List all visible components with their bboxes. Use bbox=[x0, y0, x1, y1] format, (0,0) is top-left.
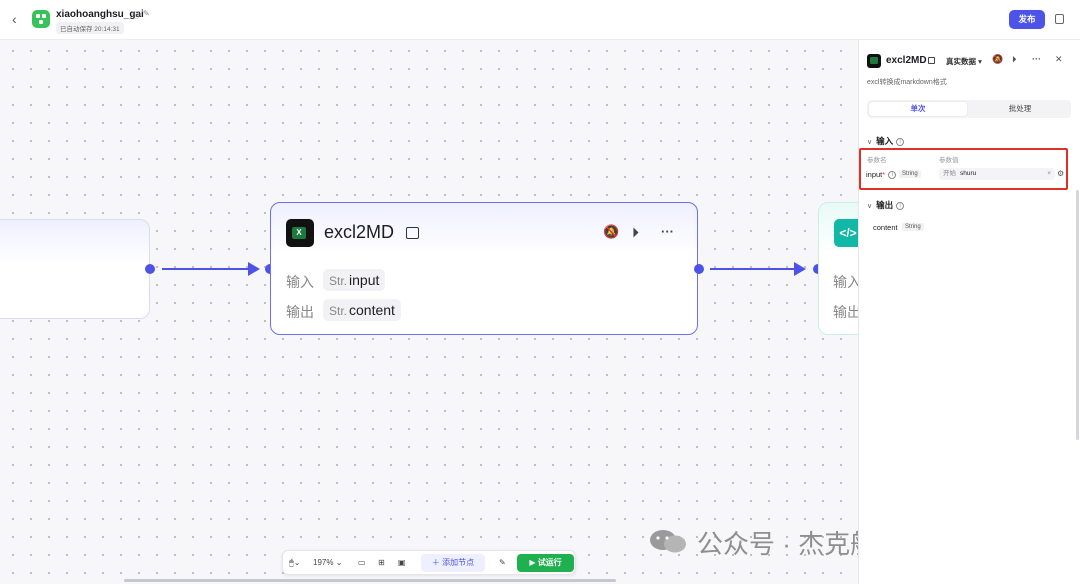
excel-icon bbox=[867, 54, 881, 68]
zoom-value: 197% bbox=[313, 558, 334, 567]
excl2md-output-port[interactable] bbox=[694, 264, 704, 274]
info-icon[interactable]: i bbox=[896, 201, 905, 210]
output-param-name: content bbox=[873, 223, 898, 232]
output-section-title: 输出 bbox=[876, 200, 894, 210]
test-run-button[interactable]: ▶ 试运行 bbox=[517, 554, 574, 572]
start-node[interactable] bbox=[0, 219, 150, 319]
input-row-label: 输入 bbox=[833, 274, 858, 290]
start-node-output-port[interactable] bbox=[145, 264, 155, 274]
top-bar: ‹ xiaohoanghsu_gai ⓘ ✎ 已自动保存 20:14:31 发布 bbox=[0, 0, 1080, 40]
edge-arrow bbox=[248, 262, 260, 276]
more-icon[interactable]: ··· bbox=[661, 224, 674, 239]
run-mode-tabs: 单次 批处理 bbox=[867, 100, 1071, 118]
copy-icon[interactable] bbox=[1055, 14, 1064, 24]
value-text: shuru bbox=[960, 170, 977, 177]
type-label: Str. bbox=[329, 304, 348, 318]
add-node-button[interactable]: ＋ 添加节点 bbox=[421, 554, 485, 572]
output-type-tag: String bbox=[902, 223, 924, 231]
excel-icon: X bbox=[286, 219, 314, 247]
data-mode-label: 真实数据 bbox=[946, 57, 976, 66]
tab-single[interactable]: 单次 bbox=[869, 102, 967, 116]
mouse-mode-icon[interactable]: 🖱⌄ bbox=[289, 555, 301, 571]
input-param-tag: Str. input bbox=[323, 269, 386, 291]
edge-excl2md-to-code[interactable] bbox=[710, 268, 796, 270]
info-icon[interactable]: i bbox=[888, 171, 897, 180]
play-icon[interactable]: ⏵ bbox=[632, 224, 639, 241]
value-source: 开始 bbox=[943, 170, 956, 177]
layout-icon[interactable]: ⊞ bbox=[378, 555, 385, 571]
minimap-icon[interactable]: ▣ bbox=[398, 555, 406, 571]
mute-icon[interactable]: 🔕 bbox=[992, 54, 1003, 65]
tab-batch[interactable]: 批处理 bbox=[971, 102, 1069, 116]
more-icon[interactable]: ··· bbox=[1032, 54, 1041, 64]
node-title-edit-icon[interactable] bbox=[406, 227, 419, 239]
input-row-label: 输入 bbox=[286, 274, 314, 290]
edge-arrow bbox=[794, 262, 806, 276]
info-icon[interactable]: i bbox=[896, 137, 905, 146]
input-section-header[interactable]: ∨ 输入 i bbox=[867, 135, 905, 147]
horizontal-scrollbar[interactable] bbox=[124, 579, 616, 582]
param-name-header: 参数名 bbox=[867, 157, 887, 164]
tool-icon[interactable]: ✎ bbox=[499, 555, 506, 571]
param-name: input bbox=[866, 170, 883, 179]
chevron-down-icon: ∨ bbox=[867, 203, 873, 210]
output-row-label: 输出 bbox=[833, 304, 858, 320]
edit-icon[interactable]: ✎ bbox=[143, 9, 150, 18]
wechat-icon bbox=[650, 530, 686, 553]
publish-button[interactable]: 发布 bbox=[1009, 10, 1045, 29]
play-icon[interactable]: ⏵ bbox=[1012, 54, 1017, 65]
output-row-label: 输出 bbox=[286, 304, 314, 320]
edge-start-to-excl2md[interactable] bbox=[162, 268, 258, 270]
clear-icon[interactable]: × bbox=[1047, 168, 1051, 180]
autosave-status: 已自动保存 20:14:31 bbox=[56, 22, 124, 34]
param-name: input bbox=[349, 272, 380, 288]
comment-icon[interactable]: ▭ bbox=[358, 555, 366, 571]
type-label: Str. bbox=[329, 274, 348, 288]
title-edit-icon[interactable] bbox=[928, 57, 935, 64]
node-description: excl转换成markdown格式 bbox=[867, 79, 947, 86]
canvas-toolbar: 🖱⌄ 197% ⌄ ▭ ⊞ ▣ ＋ 添加节点 ✎ ▶ 试运行 bbox=[282, 550, 576, 575]
node-detail-panel: excl2MD 真实数据 ▾ 🔕 ⏵ ··· ✕ excl转换成markdown… bbox=[858, 40, 1080, 584]
workflow-app-icon bbox=[32, 10, 50, 28]
app-name: xiaohoanghsu_gai bbox=[56, 9, 144, 20]
input-section-title: 输入 bbox=[876, 136, 894, 146]
gear-icon[interactable]: ⚙ bbox=[1057, 169, 1064, 178]
code-icon: </> bbox=[834, 219, 858, 247]
mute-icon[interactable]: 🔕 bbox=[603, 224, 619, 240]
input-value-field[interactable]: 开始 shuru × bbox=[939, 168, 1055, 180]
zoom-select[interactable]: 197% ⌄ bbox=[313, 555, 342, 571]
excl2md-node[interactable]: X excl2MD 🔕 ⏵ ··· 输入 Str. input 输出 Str. co… bbox=[270, 202, 698, 335]
chevron-down-icon: ∨ bbox=[867, 139, 873, 146]
output-param-tag: Str. content bbox=[323, 299, 401, 321]
param-name: content bbox=[349, 302, 395, 318]
test-run-label: 试运行 bbox=[537, 558, 562, 567]
add-node-label: 添加节点 bbox=[442, 558, 475, 567]
output-section-header[interactable]: ∨ 输出 i bbox=[867, 199, 905, 211]
param-value-header: 参数值 bbox=[939, 157, 959, 164]
panel-title: excl2MD bbox=[886, 55, 927, 66]
info-icon[interactable]: ⓘ bbox=[132, 10, 140, 21]
close-icon[interactable]: ✕ bbox=[1055, 54, 1063, 65]
panel-scrollbar[interactable] bbox=[1076, 190, 1079, 440]
input-type-tag: String bbox=[899, 170, 921, 178]
workflow-canvas[interactable]: X excl2MD 🔕 ⏵ ··· 输入 Str. input 输出 Str. co… bbox=[0, 40, 858, 584]
node-title: excl2MD bbox=[324, 222, 395, 242]
input-param-name: input* i bbox=[866, 170, 897, 180]
chevron-left-icon[interactable]: ‹ bbox=[12, 10, 26, 28]
required-mark: * bbox=[882, 170, 886, 179]
data-mode-dropdown[interactable]: 真实数据 ▾ bbox=[946, 56, 982, 67]
code-node[interactable]: </> 输入 输出 bbox=[818, 202, 858, 335]
